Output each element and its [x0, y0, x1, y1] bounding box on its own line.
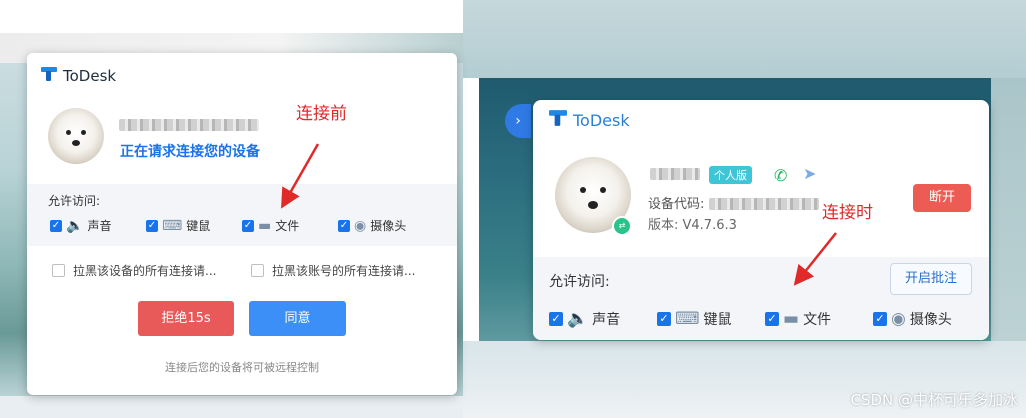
- annotation-arrows: [281, 143, 837, 286]
- arrow-during-icon: [793, 232, 837, 286]
- arrow-before-icon: [281, 143, 320, 209]
- watermark: CSDN @中杯可乐多加冰: [850, 391, 1018, 409]
